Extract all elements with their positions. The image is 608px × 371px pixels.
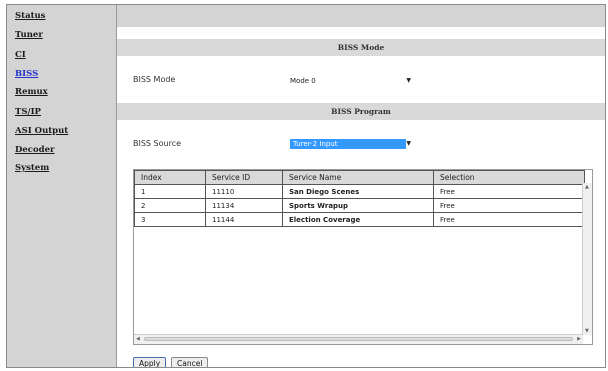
column-header-service-name[interactable]: Service Name xyxy=(282,170,434,185)
biss-source-label: BISS Source xyxy=(133,139,182,148)
column-header-service-id[interactable]: Service ID xyxy=(205,170,283,185)
biss-source-select[interactable]: Turer-2 Input ▼ xyxy=(287,138,415,150)
apply-button[interactable]: Apply xyxy=(133,357,167,367)
cancel-button[interactable]: Cancel xyxy=(171,357,209,367)
cell-service-id: 11134 xyxy=(205,198,283,213)
cell-service-id: 11144 xyxy=(205,212,283,227)
service-table: Index Service ID Service Name Selection … xyxy=(134,170,585,227)
sidebar-item-asi-output[interactable]: ASI Output xyxy=(15,126,68,136)
main-content: BISS Mode BISS Mode Mode 0 ▼ BISS Progra… xyxy=(117,5,605,367)
arrow-up-icon[interactable]: ▲ xyxy=(585,184,589,190)
cell-service-name: San Diego Scenes xyxy=(282,184,434,199)
sidebar-item-ts-ip[interactable]: TS/IP xyxy=(15,107,41,117)
top-bar xyxy=(117,5,605,27)
cell-service-id: 11110 xyxy=(205,184,283,199)
cell-service-name: Election Coverage xyxy=(282,212,434,227)
cell-service-name: Sports Wrapup xyxy=(282,198,434,213)
biss-mode-value: Mode 0 xyxy=(290,77,316,85)
table-row[interactable]: 1 11110 San Diego Scenes Free xyxy=(134,184,585,199)
cell-selection[interactable]: Free xyxy=(433,212,585,227)
chevron-down-icon: ▼ xyxy=(406,77,411,84)
cell-selection[interactable]: Free xyxy=(433,184,585,199)
sidebar-item-tuner[interactable]: Tuner xyxy=(15,30,43,40)
sidebar-item-decoder[interactable]: Decoder xyxy=(15,145,54,155)
sidebar-item-system[interactable]: System xyxy=(15,163,49,173)
app-frame: Status Tuner CI BISS Remux TS/IP ASI Out… xyxy=(6,4,606,368)
table-header-row: Index Service ID Service Name Selection xyxy=(134,170,585,185)
cell-index: 3 xyxy=(134,212,206,227)
biss-mode-select[interactable]: Mode 0 ▼ xyxy=(287,75,415,87)
cell-selection[interactable]: Free xyxy=(433,198,585,213)
sidebar-item-remux[interactable]: Remux xyxy=(15,87,48,97)
chevron-down-icon: ▼ xyxy=(406,140,411,147)
biss-mode-label: BISS Mode xyxy=(133,75,176,84)
table-row[interactable]: 3 11144 Election Coverage Free xyxy=(134,212,585,227)
horizontal-scroll-thumb[interactable] xyxy=(144,337,573,341)
column-header-index[interactable]: Index xyxy=(134,170,206,185)
column-header-selection[interactable]: Selection xyxy=(433,170,585,185)
biss-source-value: Turer-2 Input xyxy=(290,139,406,149)
horizontal-scrollbar[interactable]: ◀ ▶ xyxy=(134,334,583,344)
arrow-left-icon[interactable]: ◀ xyxy=(136,336,140,342)
sidebar: Status Tuner CI BISS Remux TS/IP ASI Out… xyxy=(7,5,117,367)
sidebar-item-biss[interactable]: BISS xyxy=(15,69,38,79)
vertical-scrollbar[interactable]: ▲ ▼ xyxy=(582,183,592,335)
table-row[interactable]: 2 11134 Sports Wrapup Free xyxy=(134,198,585,213)
sidebar-item-ci[interactable]: CI xyxy=(15,50,26,60)
cell-index: 2 xyxy=(134,198,206,213)
sidebar-item-status[interactable]: Status xyxy=(15,11,45,21)
service-table-container: Index Service ID Service Name Selection … xyxy=(133,169,593,345)
arrow-right-icon[interactable]: ▶ xyxy=(577,336,581,342)
biss-mode-header: BISS Mode xyxy=(117,39,605,56)
cell-index: 1 xyxy=(134,184,206,199)
arrow-down-icon[interactable]: ▼ xyxy=(585,328,589,334)
biss-program-header: BISS Program xyxy=(117,103,605,120)
